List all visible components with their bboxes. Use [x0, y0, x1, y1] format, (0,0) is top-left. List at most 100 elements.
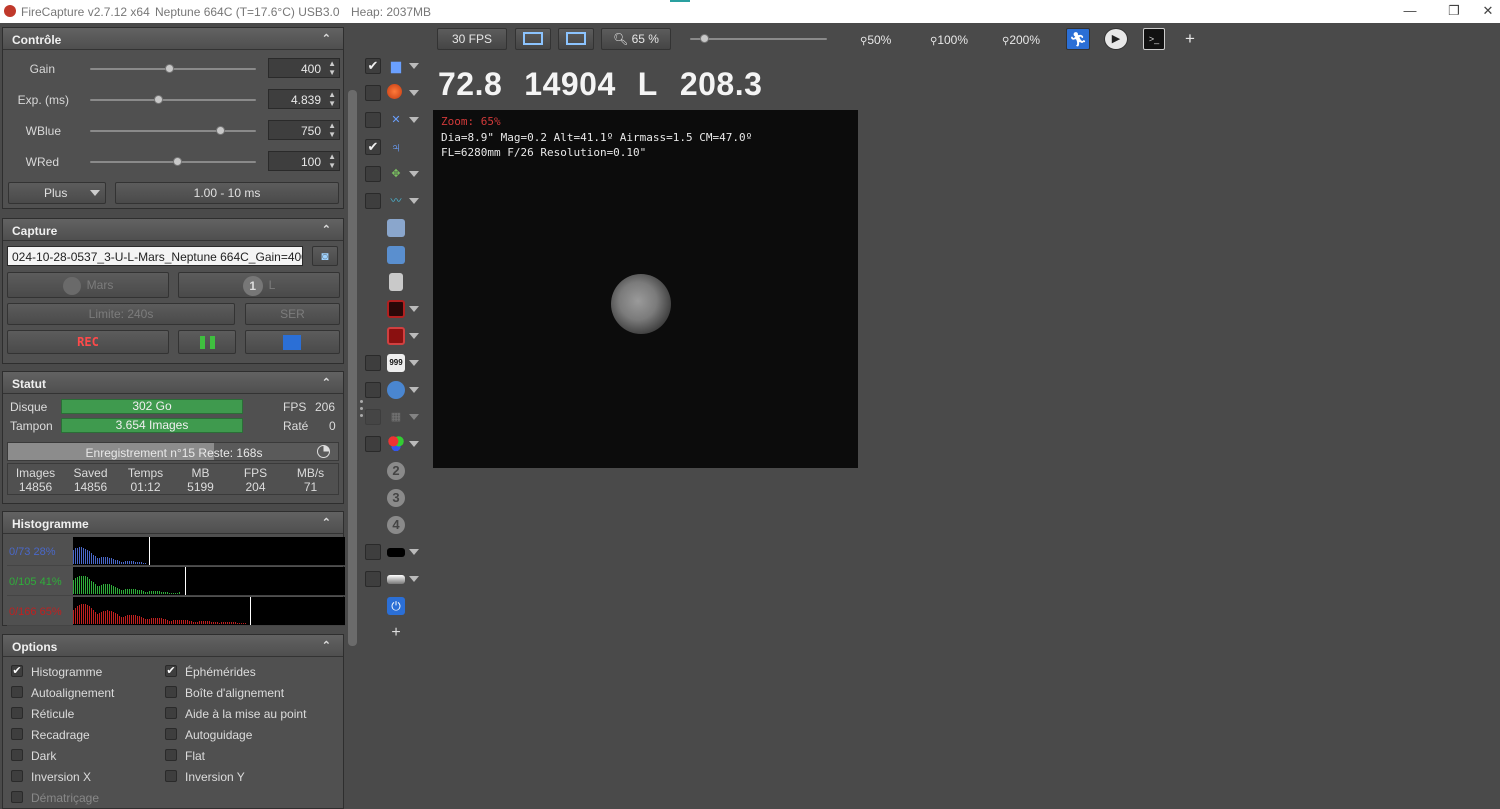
- option-autoguidage[interactable]: Autoguidage: [165, 728, 252, 742]
- profile-4[interactable]: 4: [362, 513, 428, 537]
- chevron-down-icon[interactable]: [409, 441, 419, 447]
- wred-slider-knob[interactable]: [173, 157, 183, 166]
- grid-icon[interactable]: ▦: [387, 408, 405, 426]
- gradient-checkbox[interactable]: [365, 571, 381, 587]
- option-d-matri-age[interactable]: Dématriçage: [11, 791, 99, 805]
- zoom-slider[interactable]: [690, 34, 827, 43]
- option-bo-te-d-alignement[interactable]: Boîte d'alignement: [165, 686, 284, 700]
- run-icon[interactable]: 🏃︎: [1066, 28, 1090, 50]
- add-icon[interactable]: +: [387, 624, 405, 642]
- option-recadrage[interactable]: Recadrage: [11, 728, 90, 742]
- focus-tool-checkbox[interactable]: [365, 193, 381, 209]
- play-capture-icon[interactable]: ▶: [1104, 28, 1128, 50]
- compass-tool[interactable]: [362, 378, 428, 402]
- add-tool[interactable]: +: [362, 621, 428, 645]
- black-rect-icon[interactable]: [387, 548, 405, 557]
- jupiter-symbol-icon[interactable]: ♃: [387, 138, 405, 156]
- chevron-down-icon[interactable]: [409, 360, 419, 366]
- chevron-down-icon[interactable]: [409, 333, 419, 339]
- exp-slider[interactable]: [90, 95, 256, 104]
- collapse-icon[interactable]: ⌃: [322, 376, 331, 389]
- exp-slider-knob[interactable]: [154, 95, 164, 104]
- spin-arrows-icon[interactable]: ▲ ▼: [328, 152, 336, 170]
- open-folder-tool[interactable]: [362, 243, 428, 267]
- chevron-down-icon[interactable]: [409, 549, 419, 555]
- histogramme-header[interactable]: Histogramme ⌃: [3, 512, 343, 534]
- black-level-checkbox[interactable]: [365, 544, 381, 560]
- gain-slider-knob[interactable]: [165, 64, 175, 73]
- checkbox[interactable]: [11, 728, 23, 740]
- option-aide---la-mise-au-point[interactable]: Aide à la mise au point: [165, 707, 306, 721]
- grid-tool-checkbox[interactable]: [365, 409, 381, 425]
- exposure-range-button[interactable]: 1.00 - 10 ms: [115, 182, 339, 204]
- trash-icon[interactable]: [389, 273, 403, 291]
- spin-arrows-icon[interactable]: ▲ ▼: [328, 90, 336, 108]
- counter-tool[interactable]: 999: [362, 351, 428, 375]
- rgb-icon[interactable]: [387, 435, 405, 453]
- profile-3[interactable]: 3: [362, 486, 428, 510]
- histogram-icon[interactable]: ▆: [387, 57, 405, 75]
- option-dark[interactable]: Dark: [11, 749, 56, 763]
- fit-screen-button[interactable]: [515, 28, 551, 50]
- align-tool-checkbox[interactable]: [365, 166, 381, 182]
- planet-tool[interactable]: [362, 81, 428, 105]
- compass-tool-checkbox[interactable]: [365, 382, 381, 398]
- options-header[interactable]: Options ⌃: [3, 635, 343, 657]
- checkbox[interactable]: ✔: [11, 665, 23, 677]
- exp-spinbox[interactable]: 4.839 ▲ ▼: [268, 89, 340, 109]
- statut-header[interactable]: Statut ⌃: [3, 372, 343, 394]
- left-panel-scrollbar[interactable]: [348, 90, 357, 646]
- gradient-rect-icon[interactable]: [387, 575, 405, 584]
- checkbox[interactable]: [11, 707, 23, 719]
- controle-header[interactable]: Contrôle ⌃: [3, 28, 343, 50]
- collapse-icon[interactable]: ⌃: [322, 639, 331, 652]
- collapse-icon[interactable]: ⌃: [322, 32, 331, 45]
- profile-2[interactable]: 2: [362, 459, 428, 483]
- zoom-50-button[interactable]: ⚲50%: [860, 33, 891, 47]
- filter-button[interactable]: 1L: [178, 272, 340, 298]
- checkbox[interactable]: [165, 707, 177, 719]
- option-r-ticule[interactable]: Réticule: [11, 707, 74, 721]
- option-histogramme[interactable]: ✔ Histogramme: [11, 665, 102, 679]
- delete-tool[interactable]: [362, 270, 428, 294]
- black-level-tool[interactable]: [362, 540, 428, 564]
- chevron-down-icon[interactable]: [409, 576, 419, 582]
- dark-tool[interactable]: [362, 297, 428, 321]
- option-flat[interactable]: Flat: [165, 749, 205, 763]
- capture-header[interactable]: Capture ⌃: [3, 219, 343, 241]
- align-icon[interactable]: ✥: [387, 165, 405, 183]
- add-button[interactable]: +: [1185, 29, 1195, 49]
- chevron-down-icon[interactable]: [409, 387, 419, 393]
- spin-arrows-icon[interactable]: ▲ ▼: [328, 59, 336, 77]
- profile-3-icon[interactable]: 3: [387, 489, 405, 507]
- profile-4-icon[interactable]: 4: [387, 516, 405, 534]
- zoom-button[interactable]: 🔍︎ 65 %: [601, 28, 671, 50]
- wblue-slider[interactable]: [90, 126, 256, 135]
- minimize-button[interactable]: —: [1400, 3, 1420, 19]
- pause-button[interactable]: [178, 330, 236, 354]
- object-button[interactable]: Mars: [7, 272, 169, 298]
- chevron-down-icon[interactable]: [409, 117, 419, 123]
- compass-icon[interactable]: [387, 381, 405, 399]
- waveform-icon[interactable]: 〰: [387, 192, 405, 210]
- rec-button[interactable]: REC: [7, 330, 169, 354]
- gain-spinbox[interactable]: 400 ▲ ▼: [268, 58, 340, 78]
- gain-slider[interactable]: [90, 64, 256, 73]
- zoom-100-button[interactable]: ⚲100%: [930, 33, 968, 47]
- histogram-tool-checkbox[interactable]: ✔: [365, 58, 381, 74]
- planet-icon[interactable]: [387, 84, 402, 99]
- chevron-down-icon[interactable]: [409, 414, 419, 420]
- zoom-slider-knob[interactable]: [700, 34, 710, 43]
- zoom-200-button[interactable]: ⚲200%: [1002, 33, 1040, 47]
- profile-2-icon[interactable]: 2: [387, 462, 405, 480]
- restore-button[interactable]: ❐: [1444, 3, 1464, 19]
- rgb-tool[interactable]: [362, 432, 428, 456]
- checkbox[interactable]: [11, 791, 23, 803]
- checkbox[interactable]: ✔: [165, 665, 177, 677]
- checkbox[interactable]: [165, 728, 177, 740]
- jupiter-tool[interactable]: ✔ ♃: [362, 135, 428, 159]
- chevron-down-icon[interactable]: [409, 90, 419, 96]
- close-button[interactable]: ✕: [1478, 3, 1498, 19]
- stop-button[interactable]: [245, 330, 340, 354]
- checkbox[interactable]: [165, 749, 177, 761]
